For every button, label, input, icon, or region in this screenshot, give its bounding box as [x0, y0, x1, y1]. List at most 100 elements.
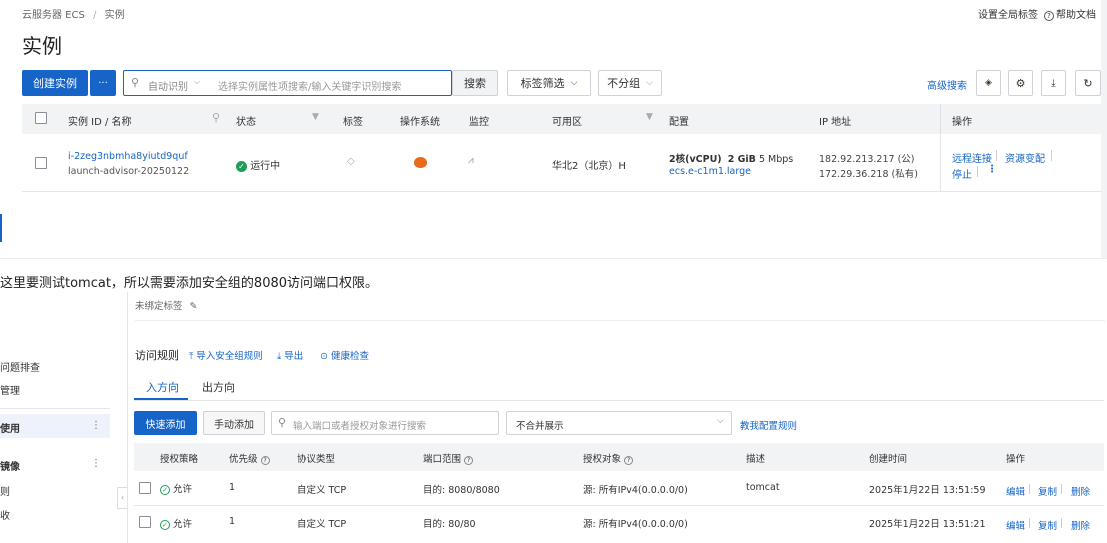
manual-add-button[interactable]: 手动添加	[203, 411, 265, 435]
filter-icon[interactable]: ▼	[312, 112, 319, 122]
stop-link[interactable]: 停止	[952, 166, 972, 181]
col-id: 实例 ID / 名称	[68, 117, 132, 128]
resize-link[interactable]: 资源变配	[1005, 150, 1045, 165]
tag-icon[interactable]: ◇	[347, 156, 355, 167]
search-button[interactable]: 搜索	[452, 70, 498, 96]
refresh-icon[interactable]: ↻	[1075, 70, 1101, 96]
divider	[1029, 484, 1030, 494]
status-badge: ✓ 运行中	[236, 157, 280, 172]
help-icon[interactable]: ?	[624, 456, 634, 465]
export-link[interactable]: ⤓ 导出	[277, 348, 303, 362]
help-icon[interactable]: ?	[464, 456, 474, 465]
filter-type-select[interactable]: 自动识别	[148, 78, 188, 93]
quick-add-button[interactable]: 快速添加	[134, 411, 197, 435]
instance-type-link[interactable]: ecs.e-c1m1.large	[669, 166, 751, 177]
copy-link[interactable]: 复制	[1038, 484, 1057, 498]
source-value: 源: 所有IPv4(0.0.0.0/0)	[583, 519, 688, 530]
group-dropdown[interactable]: 不分组 ⌵	[598, 70, 662, 96]
search-icon: ⚲	[131, 76, 140, 89]
page-title: 实例	[22, 34, 62, 58]
zone-value: 华北2（北京）H	[552, 161, 626, 172]
left-edge-marker	[0, 214, 2, 242]
nav-item-collect[interactable]: 收	[0, 507, 10, 522]
col-ip: IP 地址	[819, 117, 852, 128]
rule-search-input[interactable]: ⚲ 输入端口或者授权对象进行搜索	[271, 411, 499, 435]
health-check-link[interactable]: ⊙ 健康检查	[320, 348, 369, 362]
col-os: 操作系统	[400, 117, 440, 128]
screenshot-divider	[0, 258, 1107, 259]
more-vertical-icon[interactable]: ⋮	[91, 420, 101, 431]
rule-row-checkbox[interactable]	[139, 516, 151, 528]
chevron-down-icon: ⌵	[570, 78, 578, 88]
divider	[1061, 484, 1062, 494]
merge-select[interactable]: 不合并展示 ⌵	[506, 411, 732, 435]
private-ip: 172.29.36.218 (私有)	[819, 169, 918, 180]
col-ops: 操作	[1006, 454, 1026, 465]
nav-divider	[0, 408, 110, 409]
col-policy: 授权策略	[160, 454, 199, 465]
col-tag: 标签	[343, 117, 363, 128]
divider	[977, 166, 978, 177]
port-value: 目的: 8080/8080	[423, 485, 500, 496]
edit-link[interactable]: 编辑	[1006, 484, 1025, 498]
edit-link[interactable]: 编辑	[1006, 518, 1025, 532]
edit-icon[interactable]: ✎	[190, 301, 198, 312]
import-rules-link[interactable]: ⤒ 导入安全组规则	[189, 348, 263, 362]
search-icon[interactable]: ⚲	[212, 111, 220, 124]
scrollbar[interactable]	[1101, 0, 1107, 258]
search-icon: ⚲	[278, 416, 287, 429]
chart-icon[interactable]: ⩘	[468, 155, 474, 166]
nav-item-troubleshoot[interactable]: 问题排查	[0, 359, 40, 374]
tag-settings-icon[interactable]: ◈	[976, 70, 1001, 96]
col-protocol: 协议类型	[297, 454, 336, 465]
select-all-checkbox[interactable]	[35, 112, 47, 124]
help-icon[interactable]: ?	[260, 456, 270, 465]
remote-connect-link[interactable]: 远程连接	[952, 150, 992, 165]
delete-link[interactable]: 删除	[1071, 484, 1090, 498]
policy-allow: ✓ 允许	[160, 516, 192, 530]
tab-outbound[interactable]: 出方向	[202, 379, 235, 395]
filter-icon[interactable]: ▼	[646, 112, 653, 122]
download-icon[interactable]: ⤓	[1041, 70, 1066, 96]
priority-value: 1	[229, 516, 236, 527]
delete-link[interactable]: 删除	[1071, 518, 1090, 532]
column-divider	[940, 134, 941, 192]
note-text: 这里要测试tomcat，所以需要添加安全组的8080访问端口权限。	[0, 276, 379, 291]
tab-inbound[interactable]: 入方向	[146, 379, 179, 395]
collapse-nav-icon[interactable]: ‹	[117, 487, 127, 509]
port-value: 目的: 80/80	[423, 519, 476, 530]
nav-item-image[interactable]: 镜像	[0, 458, 20, 473]
gear-icon[interactable]: ⚙	[1008, 70, 1033, 96]
advanced-search-link[interactable]: 高级搜索	[927, 77, 967, 92]
create-instance-button[interactable]: 创建实例	[22, 70, 88, 96]
upload-icon: ⤒	[189, 351, 194, 362]
desc-value: tomcat	[746, 482, 780, 493]
divider	[1051, 150, 1052, 161]
public-ip: 182.92.213.217 (公)	[819, 154, 915, 165]
col-time: 创建时间	[869, 454, 908, 465]
help-icon: ?	[1044, 11, 1054, 21]
more-actions-button[interactable]: ···	[90, 70, 116, 96]
col-zone: 可用区	[552, 117, 582, 128]
column-divider	[940, 104, 941, 134]
chevron-down-icon: ⌵	[646, 78, 653, 88]
breadcrumb-root[interactable]: 云服务器 ECS	[22, 10, 85, 21]
nav-item-rule[interactable]: 则	[0, 483, 10, 498]
tag-filter-dropdown[interactable]: 标签筛选 ⌵	[507, 70, 591, 96]
col-status: 状态	[236, 117, 256, 128]
copy-link[interactable]: 复制	[1038, 518, 1057, 532]
instance-id-link[interactable]: i-2zeg3nbmha8yiutd9quf	[68, 151, 188, 162]
protocol-value: 自定义 TCP	[297, 485, 347, 496]
more-vertical-icon[interactable]: ⋮	[987, 164, 997, 175]
chevron-down-icon: ⌵	[194, 77, 201, 86]
divider	[1029, 518, 1030, 528]
teach-config-link[interactable]: 教我配置规则	[740, 418, 797, 432]
col-desc: 描述	[746, 454, 766, 465]
set-global-tags-link[interactable]: 设置全局标签	[978, 6, 1038, 21]
instance-search-input[interactable]: ⚲ 自动识别 ⌵ 选择实例属性项搜索/输入关键字识别搜索	[123, 70, 452, 96]
rule-row-checkbox[interactable]	[139, 482, 151, 494]
more-vertical-icon[interactable]: ⋮	[91, 458, 101, 469]
row-checkbox[interactable]	[35, 157, 47, 169]
help-docs-link[interactable]: ? 帮助文档	[1044, 6, 1096, 21]
nav-item-manage[interactable]: 管理	[0, 382, 20, 397]
